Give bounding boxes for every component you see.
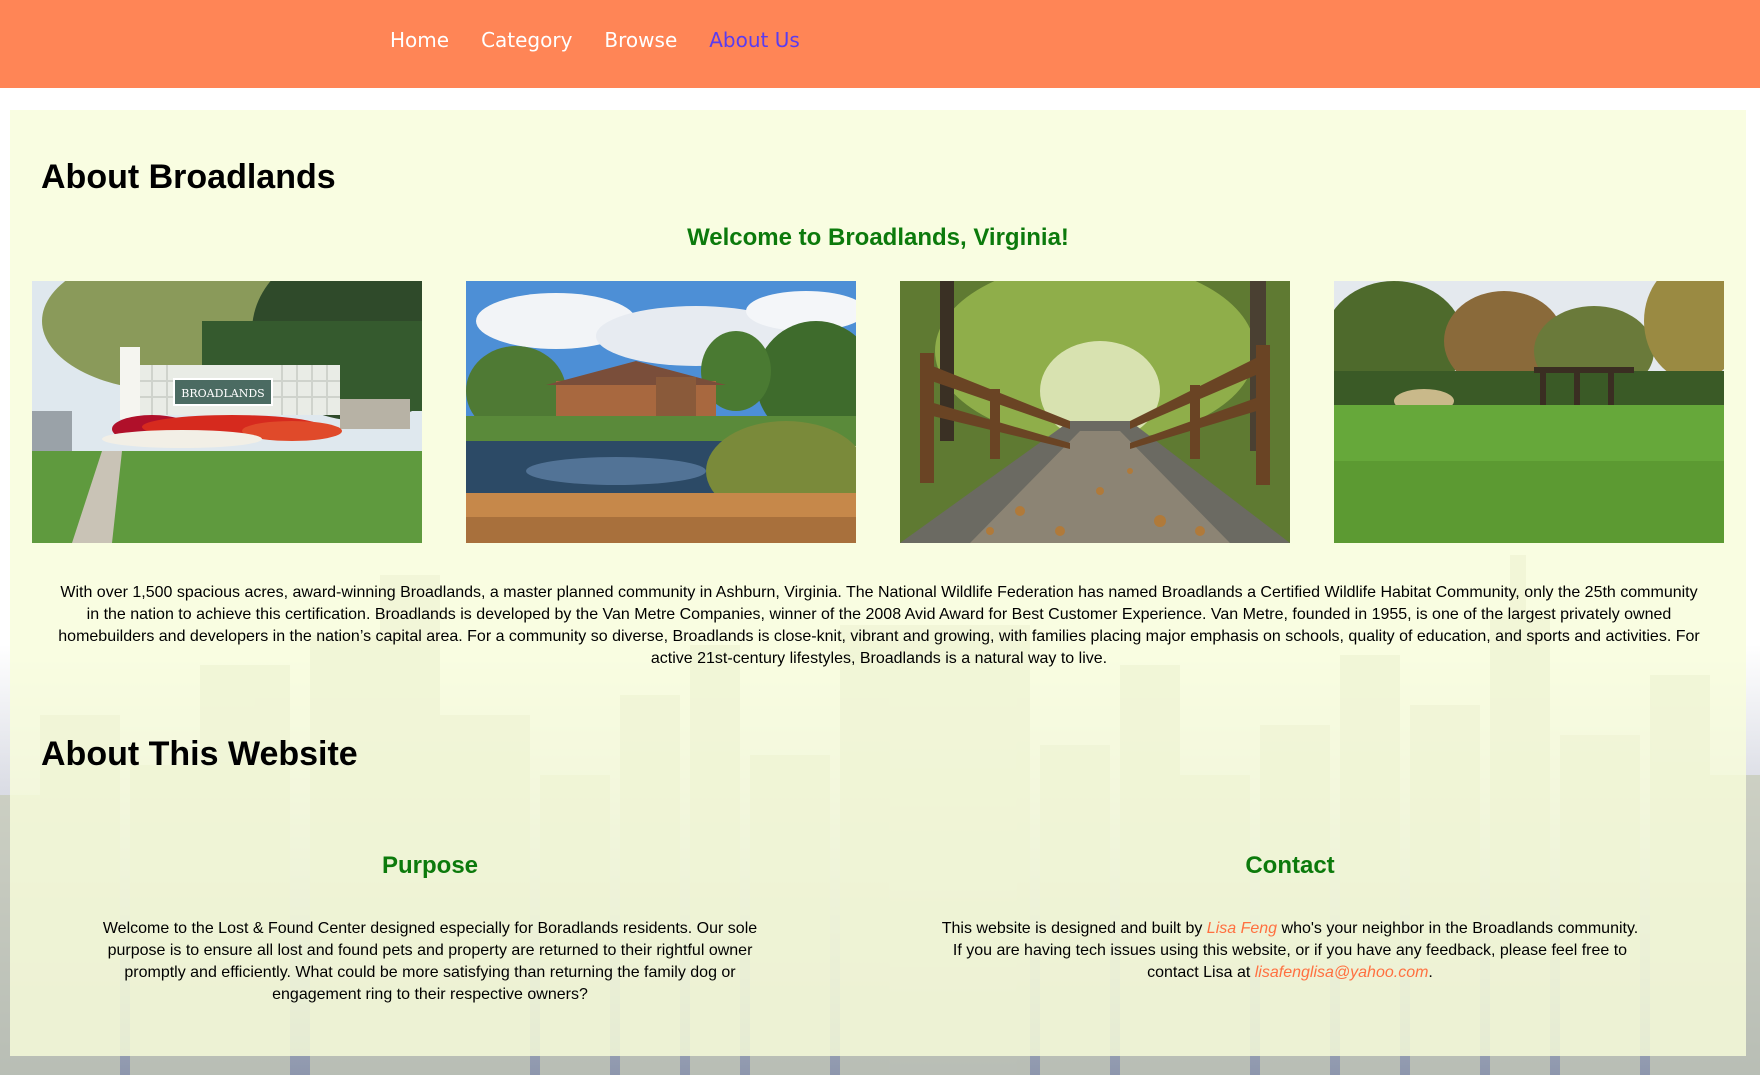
welcome-heading: Welcome to Broadlands, Virginia! [687, 224, 1069, 251]
purpose-text: Welcome to the Lost & Found Center desig… [102, 920, 758, 1003]
about-website-heading: About This Website [41, 735, 358, 773]
email-link[interactable]: lisafenglisa@yahoo.com [1255, 964, 1429, 981]
contact-text-after: . [1428, 964, 1433, 981]
contact-text: This website is designed and built by Li… [940, 918, 1640, 984]
content-panel: About Broadlands Welcome to Broadlands, … [10, 110, 1746, 1056]
photo-gallery: BROADLANDS [32, 281, 1724, 543]
nav-category-link[interactable]: Category [481, 28, 572, 52]
nav-home-link[interactable]: Home [390, 28, 449, 52]
top-navbar: Home Category Browse About Us [0, 0, 1760, 88]
park-lawn-pergola-photo [1334, 281, 1724, 543]
purpose-section: Purpose Welcome to the Lost & Found Cent… [95, 852, 765, 1006]
clubhouse-pond-photo [466, 281, 856, 543]
contact-text-before: This website is designed and built by [941, 920, 1207, 937]
author-link[interactable]: Lisa Feng [1207, 920, 1277, 937]
nav-about-us-link[interactable]: About Us [709, 28, 800, 52]
purpose-heading: Purpose [381, 852, 479, 879]
wooden-footbridge-photo [900, 281, 1290, 543]
contact-heading: Contact [1245, 852, 1335, 879]
broadlands-description: With over 1,500 spacious acres, award-wi… [58, 584, 1700, 667]
contact-section: Contact This website is designed and bui… [940, 852, 1640, 984]
nav-browse-link[interactable]: Browse [604, 28, 677, 52]
svg-text:BROADLANDS: BROADLANDS [181, 387, 264, 400]
main-nav: Home Category Browse About Us [390, 28, 800, 52]
broadlands-entrance-sign-photo: BROADLANDS [32, 281, 422, 543]
about-broadlands-heading: About Broadlands [41, 158, 336, 196]
